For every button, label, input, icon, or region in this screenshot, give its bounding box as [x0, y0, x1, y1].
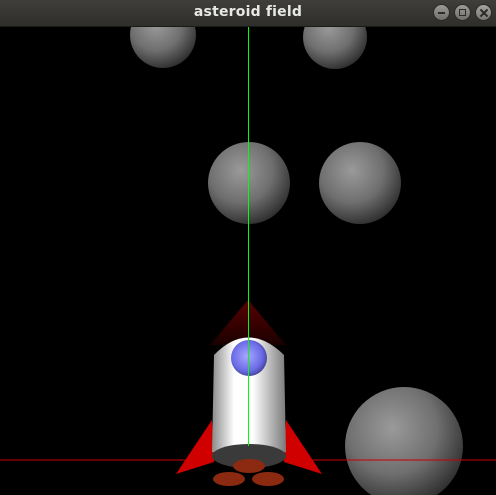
app-window: asteroid field — [0, 0, 496, 495]
title-bar[interactable]: asteroid field — [0, 0, 496, 27]
asteroid — [130, 27, 196, 68]
window-title: asteroid field — [193, 4, 303, 20]
close-button[interactable] — [475, 4, 492, 21]
game-canvas[interactable] — [0, 27, 496, 495]
rocket-thruster — [233, 459, 265, 473]
minimize-icon — [434, 5, 449, 20]
rocket-left-fin — [176, 420, 214, 474]
asteroid — [319, 142, 401, 224]
asteroid — [303, 27, 367, 69]
maximize-button[interactable] — [454, 4, 471, 21]
close-icon — [476, 5, 491, 20]
game-viewport[interactable] — [0, 27, 496, 495]
minimize-button[interactable] — [433, 4, 450, 21]
asteroid — [345, 387, 463, 495]
rocket-right-fin — [284, 420, 322, 474]
rocket-thruster — [213, 472, 245, 486]
maximize-icon — [455, 5, 470, 20]
rocket-thruster — [252, 472, 284, 486]
window-controls — [433, 4, 492, 23]
